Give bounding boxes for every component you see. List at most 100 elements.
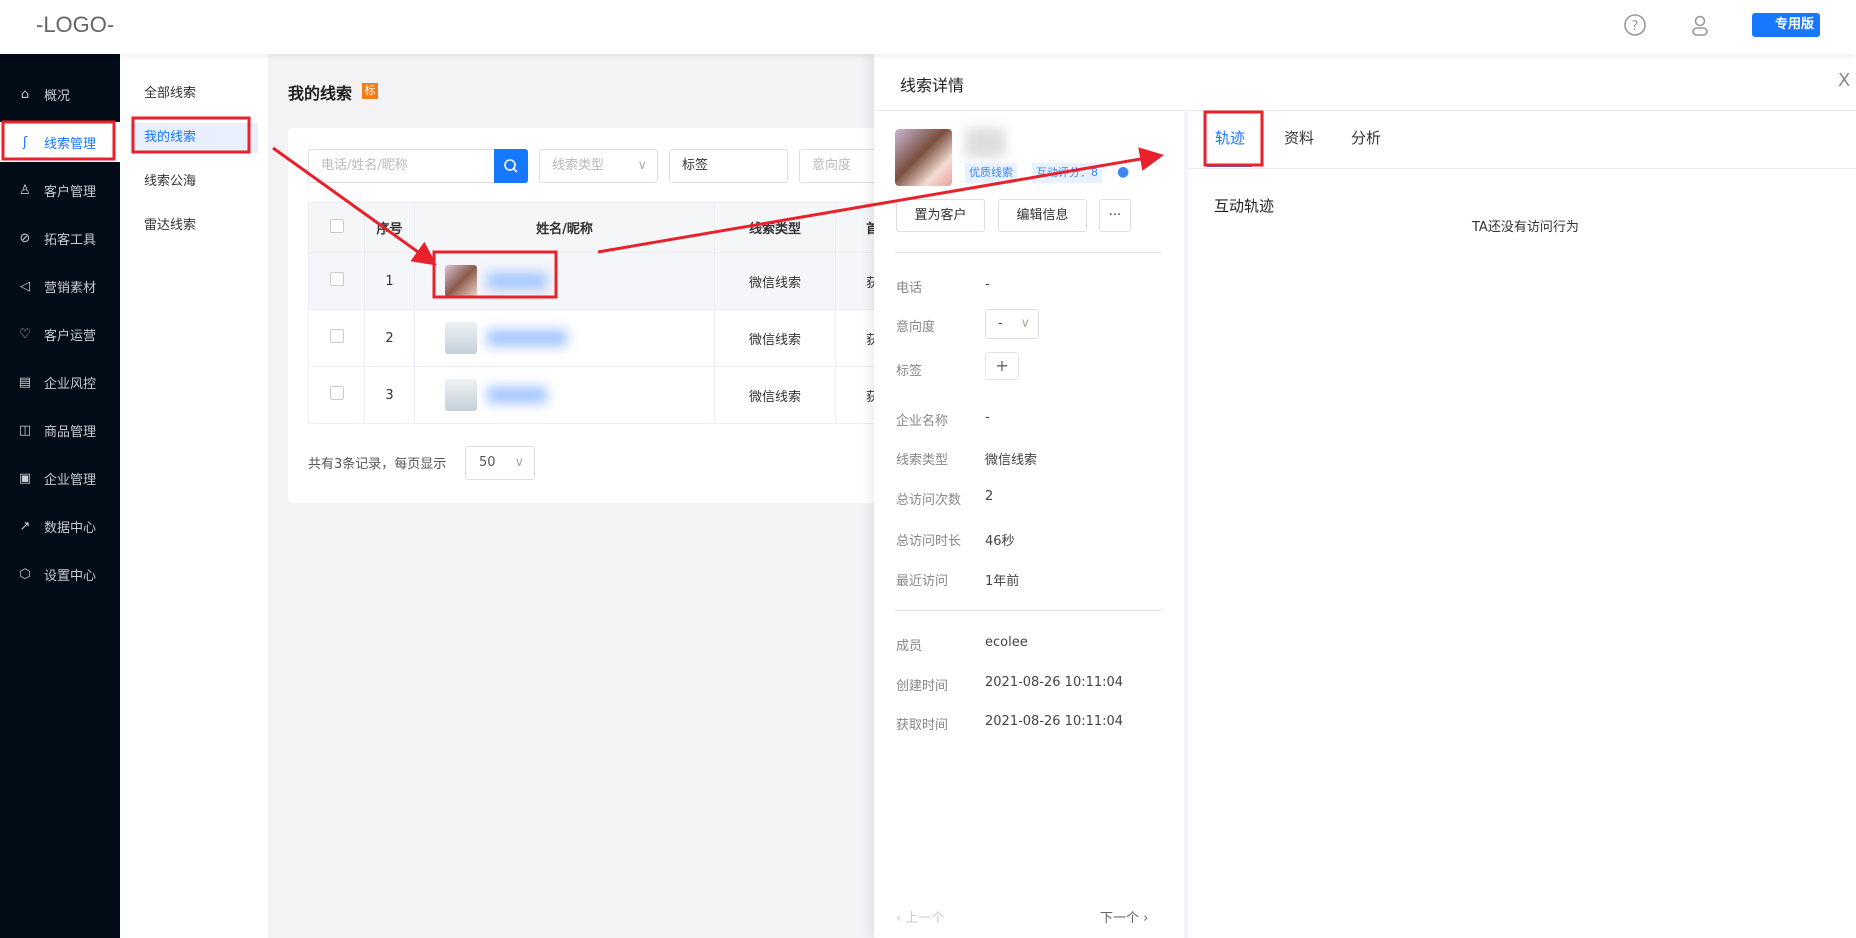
tag-select[interactable]: 标签 (669, 149, 788, 183)
col-type: 线索类型 (714, 202, 836, 253)
intent-select[interactable]: - ∨ (985, 309, 1039, 339)
select-all-checkbox[interactable] (308, 202, 365, 253)
row-checkbox[interactable] (308, 309, 365, 367)
field-value: 微信线索 (985, 453, 1038, 468)
image-placeholder-icon (445, 379, 477, 411)
row-type: 微信线索 (714, 366, 836, 424)
empty-text: TA还没有访问行为 (1472, 220, 1579, 235)
row-name[interactable] (414, 309, 715, 367)
edition-badge: 专用版 (1752, 13, 1820, 37)
logo: -LOGO- (36, 12, 115, 37)
page-title: 我的线索 (288, 84, 353, 103)
avatar (445, 265, 477, 297)
sidebar-item-label: 企业风控 (44, 376, 97, 392)
col-name: 姓名/昵称 (414, 202, 715, 253)
sidebar-item-label: 营销素材 (44, 280, 97, 296)
sidebar-item-label: 线索管理 (44, 136, 97, 152)
bag-icon: ◫ (18, 422, 32, 438)
sidebar-item[interactable]: ◁ 营销素材 (0, 266, 120, 306)
row-type: 微信线索 (714, 252, 836, 310)
blurred-name (487, 273, 547, 289)
operation-icon: ♡ (19, 326, 31, 342)
row-type: 微信线索 (714, 309, 836, 367)
field-label: 总访问时长 (896, 534, 962, 549)
submenu-item[interactable]: 我的线索 (130, 123, 258, 153)
sidebar-item[interactable]: ♙ 客户管理 (0, 170, 120, 210)
table-row[interactable]: 3 微信线索 获 (308, 366, 896, 424)
clue-detail-drawer (874, 54, 1856, 938)
sidebar-item[interactable]: ⌂ 概况 (0, 74, 120, 114)
sidebar-item[interactable]: ♡ 客户运营 (0, 314, 120, 354)
customer-icon: ♙ (19, 182, 31, 198)
blurred-name (487, 330, 567, 346)
search-input[interactable]: 电话/姓名/昵称 (308, 149, 498, 183)
set-as-customer-button[interactable]: 置为客户 (896, 199, 985, 232)
chevron-down-icon: ∨ (514, 455, 524, 470)
field-label: 成员 (896, 639, 923, 654)
tab-track[interactable]: 轨迹 (1215, 127, 1245, 148)
submenu: 全部线索我的线索线索公海雷达线索 (120, 54, 268, 938)
field-label: 标签 (896, 364, 923, 379)
row-name[interactable] (414, 366, 715, 424)
field-value: 46秒 (985, 534, 1015, 549)
blurred-name (965, 128, 1005, 158)
next-button[interactable]: 下一个 › (1100, 907, 1148, 926)
table-header: 序号 姓名/昵称 线索类型 首 (308, 202, 896, 253)
sidebar-item[interactable]: ◫ 商品管理 (0, 410, 120, 450)
divider (895, 610, 1162, 611)
field-label: 企业名称 (896, 414, 949, 429)
clue-type-placeholder: 线索类型 (552, 158, 605, 173)
sidebar-item[interactable]: ⊘ 拓客工具 (0, 218, 120, 258)
user-icon[interactable] (1688, 13, 1712, 41)
blurred-name (487, 387, 547, 403)
close-icon[interactable]: X (1838, 70, 1850, 91)
table-row[interactable]: 2 微信线索 获 (308, 309, 896, 367)
sidebar-item[interactable]: ▣ 企业管理 (0, 458, 120, 498)
submenu-item[interactable]: 线索公海 (130, 167, 258, 197)
panel-divider (1184, 110, 1188, 938)
sidebar-item-label: 拓客工具 (44, 232, 97, 248)
image-placeholder-icon (445, 322, 477, 354)
field-value: 2021-08-26 10:11:04 (985, 675, 1124, 690)
submenu-item[interactable]: 全部线索 (130, 79, 258, 109)
home-icon: ⌂ (20, 86, 30, 102)
page-size-value: 50 (479, 455, 496, 470)
field-value: 2 (985, 489, 994, 504)
field-label: 最近访问 (896, 574, 949, 589)
top-header: -LOGO- ? 专用版 (0, 0, 1856, 54)
field-label: 意向度 (896, 320, 936, 335)
add-tag-button[interactable]: + (985, 352, 1019, 380)
briefcase-icon: ▣ (18, 470, 32, 486)
col-index: 序号 (364, 202, 415, 253)
sidebar-item[interactable]: ↗ 数据中心 (0, 506, 120, 546)
tag-quality: 优质线索 (965, 163, 1017, 183)
sidebar: ⌂ 概况 ʃ 线索管理 ♙ 客户管理 ⊘ 拓客工具 ◁ 营销素材 ♡ 客户运营 ▤ 企业风控 ◫ 商品管理 ▣ 企… (0, 54, 120, 938)
row-index: 1 (364, 252, 415, 310)
field-label: 获取时间 (896, 718, 949, 733)
field-label: 创建时间 (896, 679, 949, 694)
sidebar-item[interactable]: ʃ 线索管理 (0, 122, 120, 162)
table-row[interactable]: 1 微信线索 获 (308, 252, 896, 310)
pager-text: 共有3条记录，每页显示 (308, 457, 447, 472)
more-button[interactable]: ··· (1099, 199, 1131, 232)
row-index: 3 (364, 366, 415, 424)
search-icon (504, 159, 518, 173)
clue-type-select[interactable]: 线索类型 ∨ (539, 149, 658, 183)
divider (874, 110, 1856, 111)
row-checkbox[interactable] (308, 366, 365, 424)
search-button[interactable] (494, 149, 528, 183)
sidebar-item[interactable]: ▤ 企业风控 (0, 362, 120, 402)
sidebar-item-label: 概况 (44, 88, 71, 104)
tab-profile[interactable]: 资料 (1284, 127, 1314, 148)
handshake-icon: ⊘ (19, 230, 31, 246)
clue-icon: ʃ (22, 134, 28, 150)
edit-info-button[interactable]: 编辑信息 (998, 199, 1087, 232)
tab-analysis[interactable]: 分析 (1351, 127, 1381, 148)
prev-button[interactable]: ‹ 上一个 (896, 907, 944, 926)
page-size-select[interactable]: 50 ∨ (465, 446, 535, 480)
row-checkbox[interactable] (308, 252, 365, 310)
sidebar-item[interactable]: ⬡ 设置中心 (0, 554, 120, 594)
help-icon[interactable]: ? (1623, 13, 1647, 41)
submenu-item[interactable]: 雷达线索 (130, 211, 258, 241)
row-name[interactable] (414, 252, 715, 310)
